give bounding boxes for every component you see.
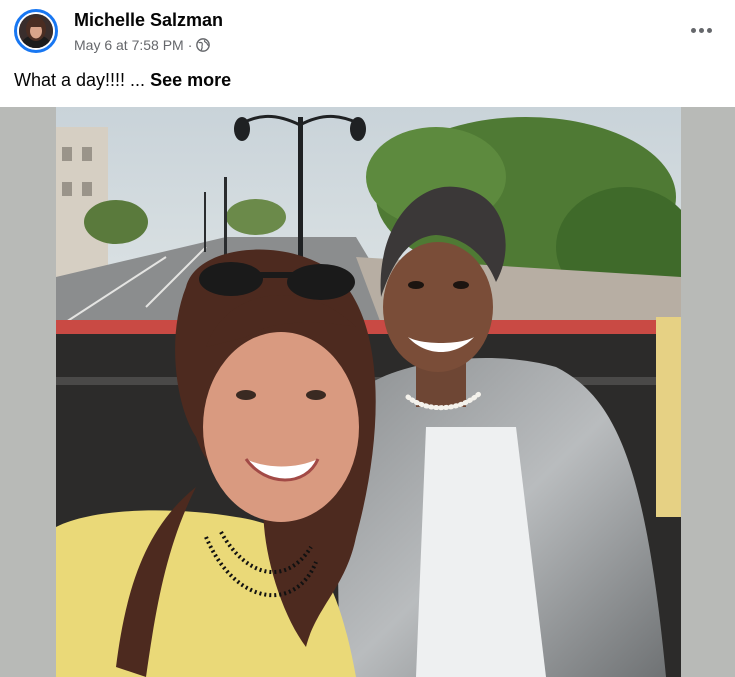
more-dot: [690, 27, 696, 33]
meta-separator: ·: [187, 37, 193, 53]
more-options-icon[interactable]: [687, 20, 715, 40]
more-dot: [698, 27, 704, 33]
globe-icon[interactable]: [196, 38, 211, 52]
more-dot: [706, 27, 712, 33]
post-timestamp[interactable]: May 6 at 7:58 PM: [74, 37, 184, 53]
author-avatar[interactable]: [14, 9, 58, 53]
post-photo[interactable]: [56, 107, 681, 677]
author-name[interactable]: Michelle Salzman: [74, 10, 223, 31]
post-meta: May 6 at 7:58 PM ·: [74, 37, 211, 53]
post-header: Michelle Salzman May 6 at 7:58 PM ·: [0, 0, 735, 66]
facebook-post: Michelle Salzman May 6 at 7:58 PM · What…: [0, 0, 735, 677]
avatar-image: [19, 14, 53, 48]
see-more-link[interactable]: See more: [150, 70, 231, 90]
post-media: [0, 107, 735, 677]
caption-text: What a day!!!! ...: [14, 70, 146, 90]
post-caption: What a day!!!! ... See more: [14, 70, 231, 91]
